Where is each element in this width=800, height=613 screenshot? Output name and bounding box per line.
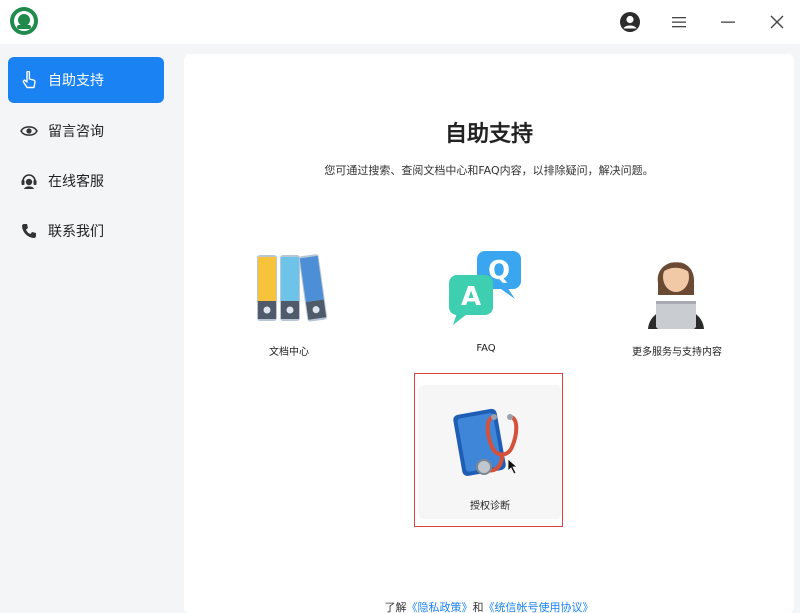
- highlight-box: [414, 373, 563, 527]
- main-panel: 自助支持 您可通过搜索、查阅文档中心和FAQ内容，以排除疑问，解决问题。 文档中…: [184, 54, 794, 613]
- card-label: FAQ: [476, 343, 496, 354]
- binders-icon: [257, 254, 328, 322]
- sidebar-item-label: 在线客服: [48, 174, 104, 190]
- sidebar-item-label: 自助支持: [48, 73, 104, 89]
- sidebar-item-online-service[interactable]: 在线客服: [8, 158, 164, 204]
- sidebar-item-contact-us[interactable]: 联系我们: [8, 208, 164, 254]
- user-circle-icon: [620, 12, 640, 32]
- sidebar-item-label: 联系我们: [48, 224, 104, 240]
- privacy-policy-link[interactable]: 《隐私政策》: [407, 601, 473, 613]
- page-title: 自助支持: [444, 122, 533, 147]
- card-label: 文档中心: [269, 347, 309, 358]
- sidebar-item-message-consult[interactable]: 留言咨询: [8, 108, 164, 154]
- sidebar-item-self-support[interactable]: 自助支持: [8, 57, 164, 103]
- svg-text:A: A: [461, 282, 481, 312]
- footer-and: 和: [472, 601, 484, 613]
- card-document-center[interactable]: 文档中心: [224, 238, 354, 368]
- account-button[interactable]: [616, 8, 644, 36]
- card-label: 更多服务与支持内容: [632, 347, 722, 358]
- title-bar: [0, 0, 800, 44]
- page-subtitle: 您可通过搜索、查阅文档中心和FAQ内容，以排除疑问，解决问题。: [324, 164, 654, 177]
- close-button[interactable]: [763, 8, 791, 36]
- card-more-services[interactable]: 更多服务与支持内容: [612, 238, 742, 368]
- app-logo-icon: [9, 6, 39, 36]
- account-agreement-link[interactable]: 《统信帐号使用协议》: [484, 601, 594, 613]
- qa-chat-bubbles-icon: Q A: [449, 251, 521, 325]
- sidebar: 自助支持 留言咨询 在线客服 联系我们: [0, 44, 176, 613]
- phone-icon: [20, 222, 38, 240]
- close-icon: [770, 15, 784, 29]
- minimize-button[interactable]: [714, 8, 742, 36]
- support-agent-icon: [648, 261, 704, 329]
- card-faq[interactable]: Q A FAQ: [421, 238, 551, 368]
- minimize-icon: [721, 21, 735, 23]
- sidebar-item-label: 留言咨询: [48, 124, 104, 140]
- hand-pointer-icon: [20, 71, 38, 89]
- hamburger-menu-icon: [672, 17, 686, 28]
- footer-prefix: 了解: [384, 601, 407, 613]
- headset-agent-icon: [20, 172, 38, 190]
- message-eye-icon: [20, 122, 38, 140]
- menu-button[interactable]: [665, 8, 693, 36]
- footer-agreement: 了解《隐私政策》和《统信帐号使用协议》: [184, 599, 794, 613]
